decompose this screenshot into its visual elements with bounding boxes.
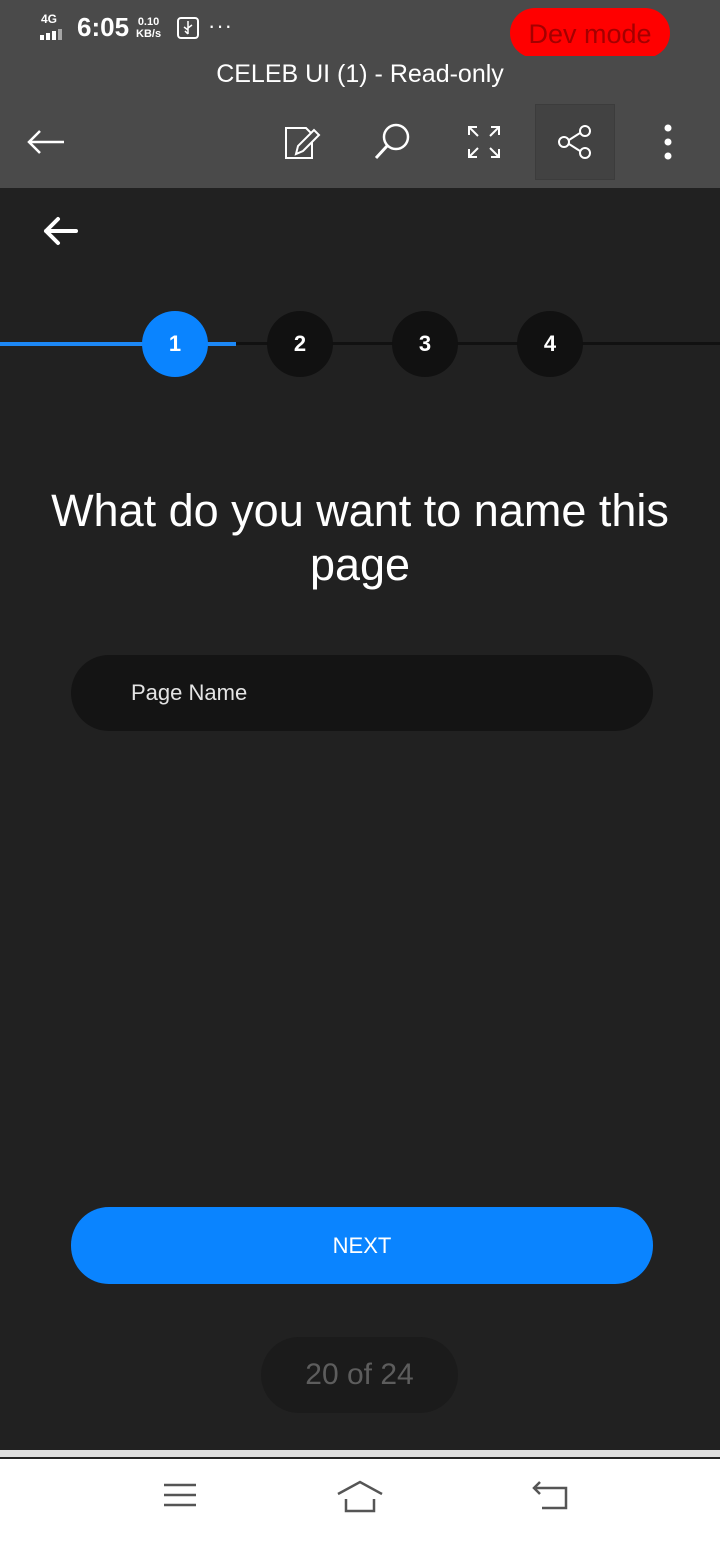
system-navigation-bar — [0, 1450, 720, 1544]
network-speed: 0.10 KB/s — [136, 16, 161, 40]
usb-icon — [177, 17, 199, 39]
screen: 4G 6:05 0.10 KB/s ··· Dev mode CELEB UI … — [0, 0, 720, 1544]
back-arrow-icon[interactable] — [40, 214, 88, 254]
expand-icon[interactable] — [444, 104, 524, 180]
more-vertical-icon[interactable] — [628, 104, 708, 180]
page-counter: 20 of 24 — [261, 1337, 458, 1413]
create-page-screen: 1 2 3 4 What do you want to name this pa… — [0, 188, 720, 1450]
search-icon[interactable] — [352, 104, 432, 180]
document-toolbar: CELEB UI (1) - Read-only — [0, 56, 720, 188]
signal-icon: 4G — [38, 12, 70, 40]
menu-icon[interactable] — [160, 1478, 210, 1518]
step-1: 1 — [142, 311, 208, 377]
back-icon[interactable] — [528, 1478, 578, 1518]
page-name-question: What do you want to name this page — [51, 485, 669, 590]
nav-divider — [0, 1450, 720, 1457]
nav-divider-dark — [0, 1457, 720, 1459]
page-name-input[interactable] — [71, 655, 653, 731]
back-arrow-icon[interactable] — [6, 104, 86, 180]
home-icon[interactable] — [335, 1478, 385, 1518]
document-title: CELEB UI (1) - Read-only — [216, 60, 504, 88]
step-2: 2 — [267, 311, 333, 377]
share-icon[interactable] — [535, 104, 615, 180]
dev-mode-badge[interactable]: Dev mode — [510, 8, 670, 58]
step-3: 3 — [392, 311, 458, 377]
speed-unit: KB/s — [136, 28, 162, 40]
network-type: 4G — [41, 12, 58, 26]
next-button[interactable]: NEXT — [71, 1207, 653, 1284]
progress-stepper: 1 2 3 4 — [0, 308, 720, 378]
more-notifications-icon: ··· — [208, 13, 233, 38]
status-time: 6:05 — [77, 12, 130, 42]
speed-value: 0.10 — [137, 16, 160, 28]
step-4: 4 — [517, 311, 583, 377]
status-bar: 4G 6:05 0.10 KB/s ··· Dev mode — [0, 0, 720, 58]
edit-document-icon[interactable] — [262, 104, 342, 180]
